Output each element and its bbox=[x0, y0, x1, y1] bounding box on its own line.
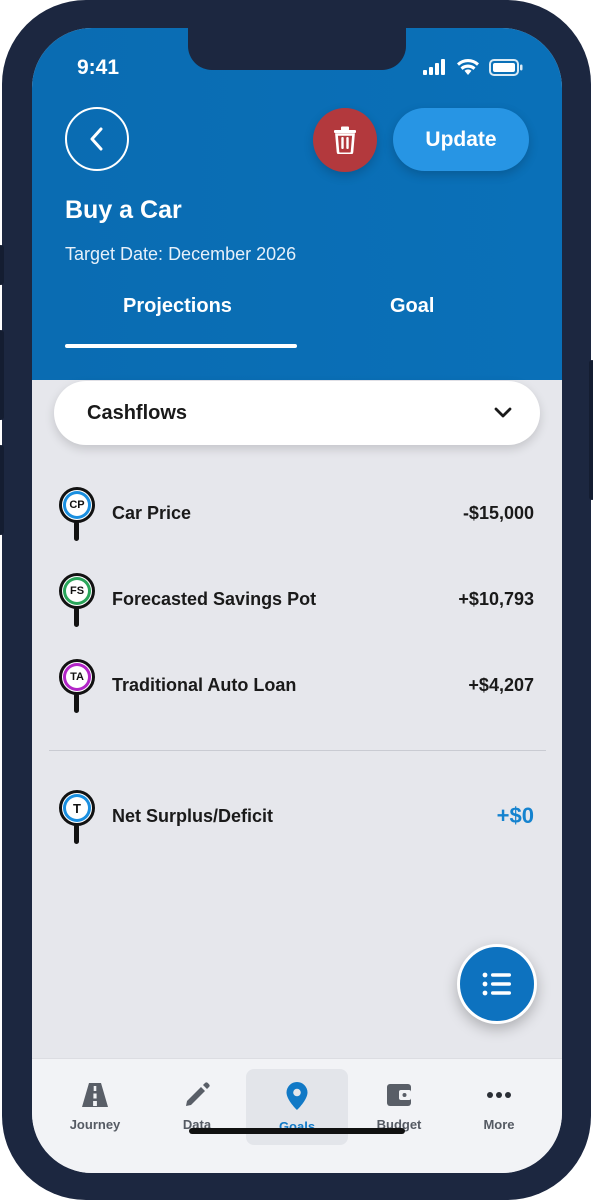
home-indicator bbox=[189, 1128, 405, 1134]
goal-title: Buy a Car bbox=[65, 196, 182, 224]
nav-label: Journey bbox=[69, 1117, 121, 1132]
pin-code: TA bbox=[63, 663, 91, 691]
pin-code: FS bbox=[63, 577, 91, 605]
target-date-value: December 2026 bbox=[168, 244, 297, 264]
cashflow-row-forecasted-savings[interactable]: FS Forecasted Savings Pot +$10,793 bbox=[32, 573, 562, 633]
list-menu-button[interactable] bbox=[457, 944, 537, 1024]
cashflow-amount: +$4,207 bbox=[468, 675, 534, 695]
total-label: Net Surplus/Deficit bbox=[112, 806, 274, 826]
total-amount: +$0 bbox=[496, 803, 534, 828]
location-pin-icon bbox=[286, 1082, 308, 1110]
chevron-left-icon bbox=[90, 127, 103, 151]
tab-projections[interactable]: Projections bbox=[123, 295, 232, 318]
pin-code: CP bbox=[63, 491, 91, 519]
cashflow-label: Car Price bbox=[112, 503, 192, 523]
wifi-icon bbox=[457, 59, 479, 75]
goal-header: 9:41 Update Buy a Car Target Date: Decem… bbox=[32, 28, 562, 380]
status-time: 9:41 bbox=[77, 56, 120, 79]
app-screen: 9:41 Update Buy a Car Target Date: Decem… bbox=[32, 28, 562, 1173]
road-icon bbox=[82, 1083, 108, 1107]
list-icon bbox=[482, 972, 511, 996]
side-button bbox=[0, 245, 4, 285]
phone-frame: 9:41 Update Buy a Car Target Date: Decem… bbox=[0, 0, 593, 1200]
side-button bbox=[0, 330, 4, 420]
dropdown-selected-value: Cashflows bbox=[87, 401, 188, 424]
target-date: Target Date: December 2026 bbox=[65, 244, 301, 265]
more-dots-icon bbox=[487, 1092, 511, 1098]
back-button[interactable] bbox=[65, 107, 129, 171]
cellular-signal-icon bbox=[423, 59, 445, 75]
update-button[interactable]: Update bbox=[393, 108, 529, 171]
delete-goal-button[interactable] bbox=[313, 108, 377, 172]
nav-more[interactable]: More bbox=[448, 1069, 550, 1145]
nav-label: More bbox=[483, 1117, 515, 1132]
car-price-pin-icon: CP bbox=[59, 487, 95, 541]
battery-icon bbox=[489, 58, 523, 76]
auto-loan-pin-icon: TA bbox=[59, 659, 95, 713]
target-date-label: Target Date: bbox=[65, 244, 164, 264]
pencil-icon bbox=[186, 1082, 210, 1106]
chevron-down-icon bbox=[494, 407, 512, 418]
nav-journey[interactable]: Journey bbox=[44, 1069, 146, 1145]
forecasted-savings-pin-icon: FS bbox=[59, 573, 95, 627]
cashflow-amount: -$15,000 bbox=[462, 503, 534, 523]
status-icons bbox=[423, 58, 523, 76]
cashflow-row-auto-loan[interactable]: TA Traditional Auto Loan +$4,207 bbox=[32, 659, 562, 719]
net-surplus-row: T Net Surplus/Deficit +$0 bbox=[32, 790, 562, 850]
cashflow-amount: +$10,793 bbox=[458, 589, 534, 609]
total-pin-icon: T bbox=[59, 790, 95, 844]
bottom-navigation: Journey Data Goals Budget More bbox=[32, 1058, 562, 1173]
camera-notch bbox=[188, 28, 406, 70]
side-button bbox=[0, 445, 4, 535]
cashflow-label: Forecasted Savings Pot bbox=[112, 589, 317, 609]
side-button bbox=[589, 360, 593, 500]
tab-goal[interactable]: Goal bbox=[390, 295, 434, 318]
wallet-icon bbox=[387, 1084, 411, 1106]
divider bbox=[49, 750, 546, 751]
cashflows-dropdown[interactable]: Cashflows bbox=[54, 381, 540, 445]
active-tab-indicator bbox=[65, 344, 297, 348]
cashflow-row-car-price[interactable]: CP Car Price -$15,000 bbox=[32, 487, 562, 547]
trash-icon bbox=[334, 126, 356, 154]
pin-code: T bbox=[63, 794, 91, 822]
cashflow-label: Traditional Auto Loan bbox=[112, 675, 297, 695]
